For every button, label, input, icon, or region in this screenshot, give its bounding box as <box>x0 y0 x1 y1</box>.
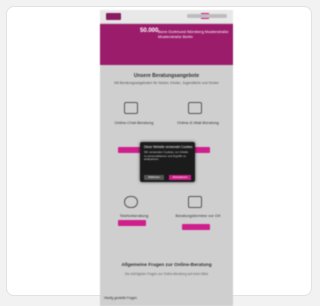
calendar-icon <box>188 196 202 208</box>
chat-bubble-icon <box>124 102 138 114</box>
hero-subline: Bonn Dortmund Nürnberg Musterstraße Must… <box>158 29 229 39</box>
section-subtitle: Mit Beratungsangeboten für Nutzer, Kinde… <box>114 81 219 85</box>
cookie-dialog-title: Diese Website verwendet Cookies <box>144 145 193 149</box>
cookie-consent-dialog: Diese Website verwendet Cookies Wir verw… <box>140 142 195 182</box>
tile-button-3[interactable] <box>118 220 146 226</box>
faq-title: Allgemeine Fragen zur Online-Beratung <box>121 263 212 268</box>
tile-button-4[interactable] <box>182 224 210 230</box>
cookie-deny-button[interactable]: Ablehnen <box>144 175 164 180</box>
tile-label-4: Beratungstermine vor Ort <box>175 213 221 218</box>
cookie-dialog-text: Wir verwenden Cookies, um Inhalte zu per… <box>144 150 189 162</box>
footer-left-link[interactable]: Häufig gestellte Fragen <box>104 296 137 300</box>
preview-card: 50.000 Bonn Dortmund Nürnberg Musterstra… <box>6 6 312 306</box>
faq-subtitle: Die wichtigsten Fragen zur Online-Beratu… <box>124 272 209 276</box>
section-title: Unsere Beratungsangebote <box>133 73 200 79</box>
tile-label-1: Online-Chat-Beratung <box>114 120 154 125</box>
website-screenshot: 50.000 Bonn Dortmund Nürnberg Musterstra… <box>100 10 233 306</box>
mail-icon <box>188 102 202 114</box>
cookie-accept-button[interactable]: Akzeptieren <box>169 175 191 180</box>
header-nav <box>187 14 227 18</box>
site-logo <box>106 13 121 20</box>
site-header <box>100 10 233 23</box>
tile-label-2: Online-E-Mail-Beratung <box>177 120 219 125</box>
tile-label-3: Telefonberatung <box>119 213 149 218</box>
phone-icon <box>124 196 138 208</box>
hero-headline: 50.000 <box>140 28 159 34</box>
